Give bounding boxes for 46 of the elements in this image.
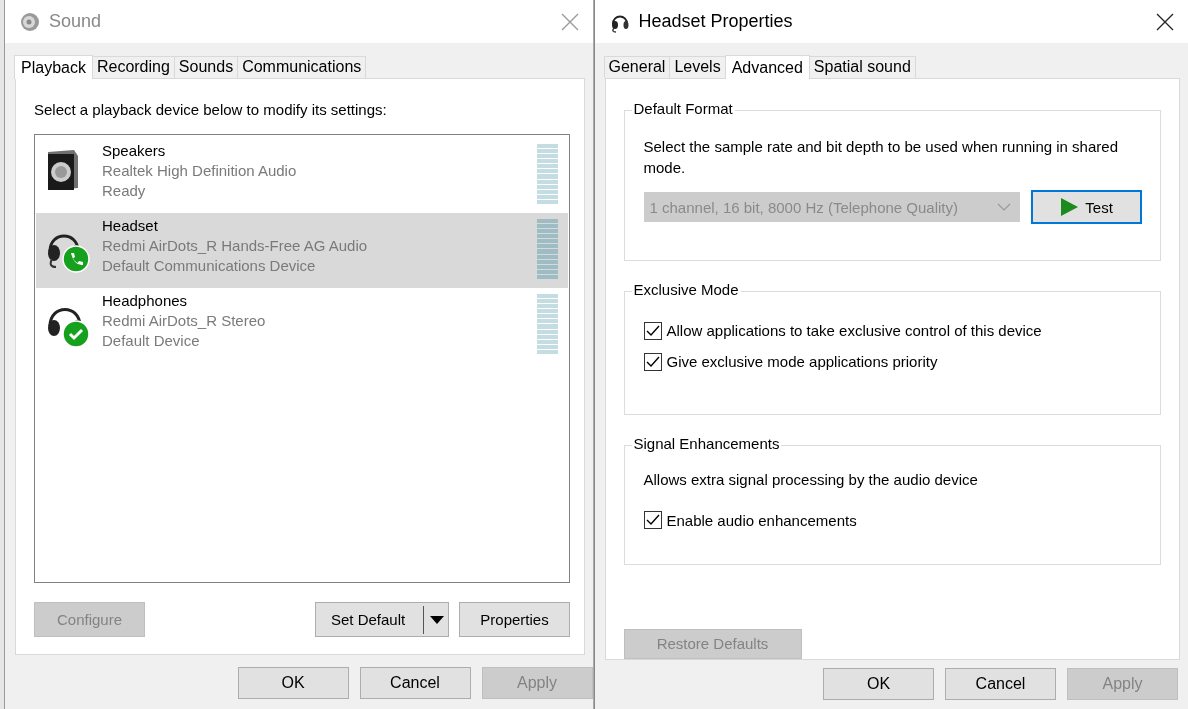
tab[interactable]: Spatial sound (808, 56, 916, 78)
tab[interactable]: Advanced (724, 55, 810, 79)
split-button[interactable]: Set Default (315, 602, 449, 637)
button[interactable]: OK (823, 668, 934, 700)
button[interactable]: OK (237, 667, 349, 699)
button[interactable]: Cancel (359, 667, 471, 699)
close-icon[interactable] (1156, 12, 1174, 31)
speaker-icon (19, 10, 41, 33)
test-button[interactable]: Test (1030, 190, 1142, 224)
device-driver: Redmi AirDots_R Stereo (102, 312, 267, 329)
device-name: Speakers (102, 142, 167, 159)
group-title: Signal Enhancements (631, 435, 782, 453)
caret-icon (430, 614, 444, 625)
device-item[interactable]: Headset Redmi AirDots_R Hands-Free AG Audio Default Communications Device (36, 213, 568, 288)
device-item[interactable]: Speakers Realtek High Definition Audio Ready (36, 138, 568, 213)
chevron-down-icon (996, 203, 1011, 211)
button[interactable]: Cancel (945, 668, 1056, 700)
window-title: Sound (49, 11, 103, 32)
device-status: Default Device (102, 332, 201, 349)
tab[interactable]: Playback (14, 55, 93, 79)
description-text: Allows extra signal processing by the audio device (643, 471, 979, 489)
device-name: Headset (102, 217, 159, 234)
tab[interactable]: Communications (237, 56, 367, 78)
tab[interactable]: Recording (91, 56, 175, 78)
level-meter (537, 219, 558, 279)
checkmark-icon (645, 355, 660, 368)
device-driver: Realtek High Definition Audio (102, 162, 298, 179)
group-title: Default Format (631, 100, 735, 117)
instruction-text: Select a playback device below to modify its settings: (34, 101, 388, 118)
device-item[interactable]: Headphones Redmi AirDots_R Stereo Default Device (36, 288, 568, 363)
tab[interactable]: General (603, 56, 671, 78)
level-meter (537, 144, 558, 204)
description-text: Select the sample rate and bit depth to be used when running in shared mode. (643, 137, 1119, 178)
window-title: Headset Properties (638, 11, 794, 32)
checkbox[interactable]: Give exclusive mode applications priority (643, 352, 1142, 371)
play-icon (1059, 197, 1080, 217)
level-meter (537, 294, 558, 354)
device-status: Default Communications Device (102, 257, 317, 274)
checkbox[interactable]: Allow applications to take exclusive control of this device (643, 321, 1142, 340)
device-driver: Redmi AirDots_R Hands-Free AG Audio (102, 237, 369, 254)
device-name: Headphones (102, 292, 189, 309)
checkmark-icon (645, 324, 660, 337)
device-status: Ready (102, 182, 147, 199)
button[interactable]: Properties (459, 602, 570, 637)
checkbox[interactable]: Enable audio enhancements (643, 511, 1142, 530)
checkmark-icon (645, 514, 660, 527)
